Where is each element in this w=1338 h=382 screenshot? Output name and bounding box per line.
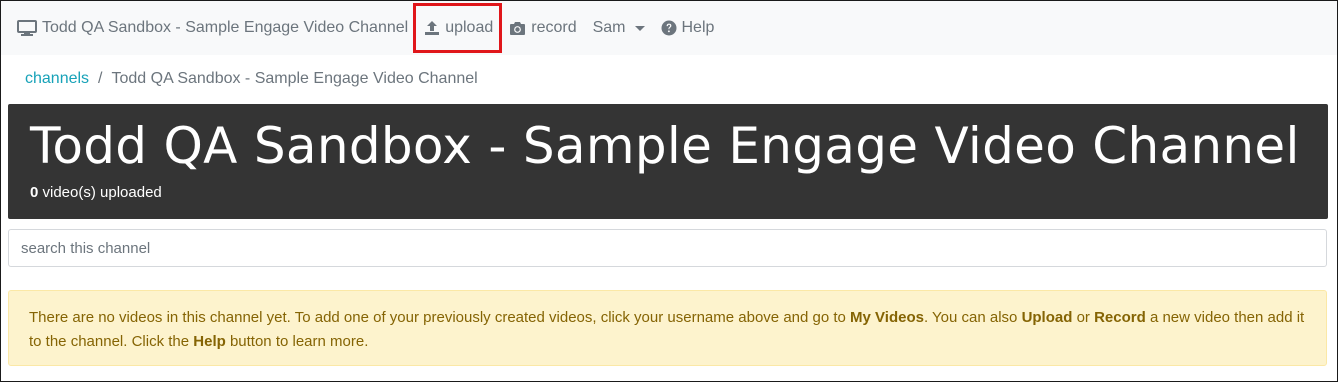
breadcrumb: channels / Todd QA Sandbox - Sample Enga… — [1, 55, 1337, 88]
alert-upload: Upload — [1021, 309, 1073, 326]
alert-text-5: button to learn more. — [225, 333, 369, 350]
upload-link[interactable]: upload — [413, 3, 503, 53]
channel-header: Todd QA Sandbox - Sample Engage Video Ch… — [8, 104, 1328, 219]
user-menu-toggle[interactable]: Sam — [593, 19, 645, 37]
app-frame: Todd QA Sandbox - Sample Engage Video Ch… — [0, 0, 1338, 382]
brand-label: Todd QA Sandbox - Sample Engage Video Ch… — [42, 19, 409, 36]
chevron-down-icon — [634, 25, 645, 31]
help-link[interactable]: Help — [661, 19, 715, 37]
empty-channel-alert: There are no videos in this channel yet.… — [8, 290, 1327, 366]
help-label: Help — [681, 19, 715, 36]
alert-my-videos: My Videos — [850, 309, 924, 326]
brand-link[interactable]: Todd QA Sandbox - Sample Engage Video Ch… — [17, 19, 408, 37]
question-circle-icon — [661, 20, 677, 36]
alert-text-3: or — [1072, 309, 1095, 326]
user-label: Sam — [592, 19, 626, 36]
breadcrumb-channels-link[interactable]: channels — [25, 70, 89, 88]
upload-icon — [424, 20, 440, 36]
video-count-text: 0 video(s) uploaded — [30, 184, 1328, 201]
breadcrumb-current: Todd QA Sandbox - Sample Engage Video Ch… — [111, 70, 478, 87]
top-navbar: Todd QA Sandbox - Sample Engage Video Ch… — [1, 1, 1337, 55]
breadcrumb-separator: / — [98, 70, 103, 87]
channel-search-input[interactable] — [8, 229, 1327, 267]
upload-label: upload — [445, 19, 494, 36]
record-label: record — [531, 19, 577, 36]
record-link[interactable]: record — [509, 19, 577, 37]
alert-text-2: . You can also — [923, 309, 1022, 326]
alert-text-1: There are no videos in this channel yet.… — [29, 309, 851, 326]
alert-record: Record — [1094, 309, 1146, 326]
alert-help: Help — [193, 333, 226, 350]
camera-icon — [509, 21, 526, 36]
channel-title: Todd QA Sandbox - Sample Engage Video Ch… — [30, 117, 1300, 175]
video-count-suffix: video(s) uploaded — [38, 184, 162, 201]
monitor-icon — [17, 20, 37, 36]
